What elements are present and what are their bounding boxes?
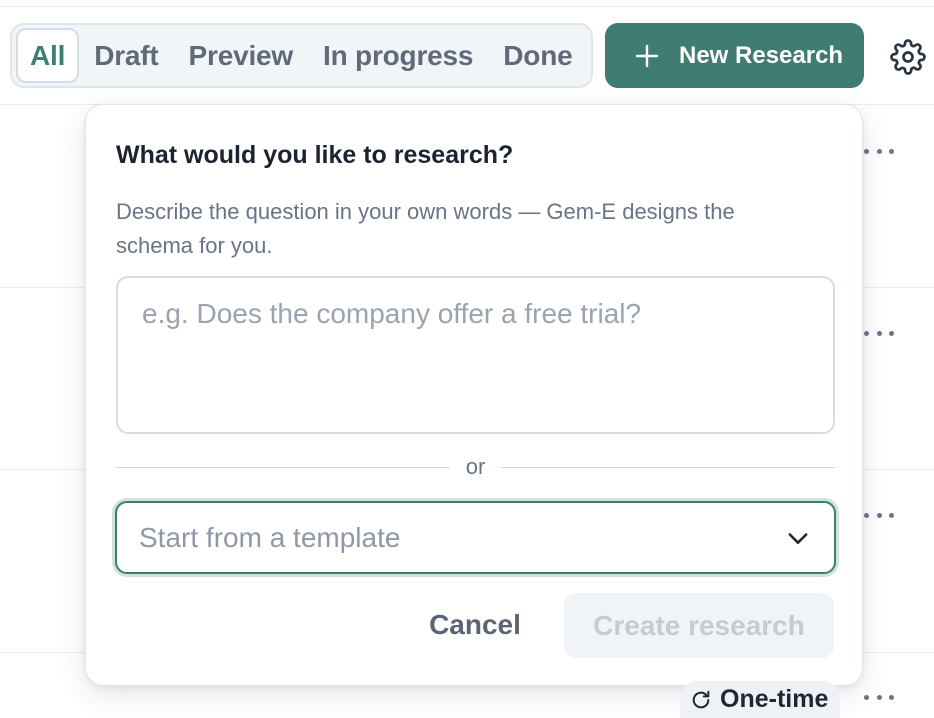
tab-all[interactable]: All [16, 28, 80, 83]
popover-title: What would you like to research? [116, 141, 514, 169]
new-research-button[interactable]: New Research [605, 23, 864, 88]
top-divider [0, 6, 934, 7]
cancel-button[interactable]: Cancel [416, 595, 534, 655]
gear-icon[interactable] [890, 39, 926, 75]
status-badge-label: One-time [720, 685, 829, 713]
tab-preview[interactable]: Preview [174, 28, 308, 83]
popover-description: Describe the question in your own words … [116, 199, 735, 258]
status-filter-tabs: All Draft Preview In progress Done [10, 23, 593, 88]
chevron-down-icon [788, 532, 808, 544]
divider-line [116, 466, 450, 468]
row-menu-icon[interactable] [864, 329, 894, 337]
plus-icon [635, 44, 659, 67]
row-menu-icon[interactable] [864, 147, 894, 155]
row-menu-icon[interactable] [864, 693, 894, 701]
row-menu-icon[interactable] [864, 511, 894, 519]
template-select-placeholder: Start from a template [139, 521, 401, 553]
research-question-input[interactable] [116, 276, 835, 434]
tab-in-progress[interactable]: In progress [308, 28, 488, 83]
tab-draft[interactable]: Draft [79, 28, 173, 83]
new-research-label: New Research [679, 41, 844, 69]
tab-done[interactable]: Done [488, 28, 587, 83]
or-label: or [465, 454, 486, 479]
divider-line [501, 466, 835, 468]
template-select[interactable]: Start from a template [115, 501, 836, 574]
or-divider: or [116, 454, 835, 480]
status-badge: One-time [680, 681, 840, 718]
new-research-popover: What would you like to research? Describ… [85, 104, 863, 686]
create-research-button[interactable]: Create research [564, 593, 834, 658]
refresh-icon [692, 690, 710, 708]
